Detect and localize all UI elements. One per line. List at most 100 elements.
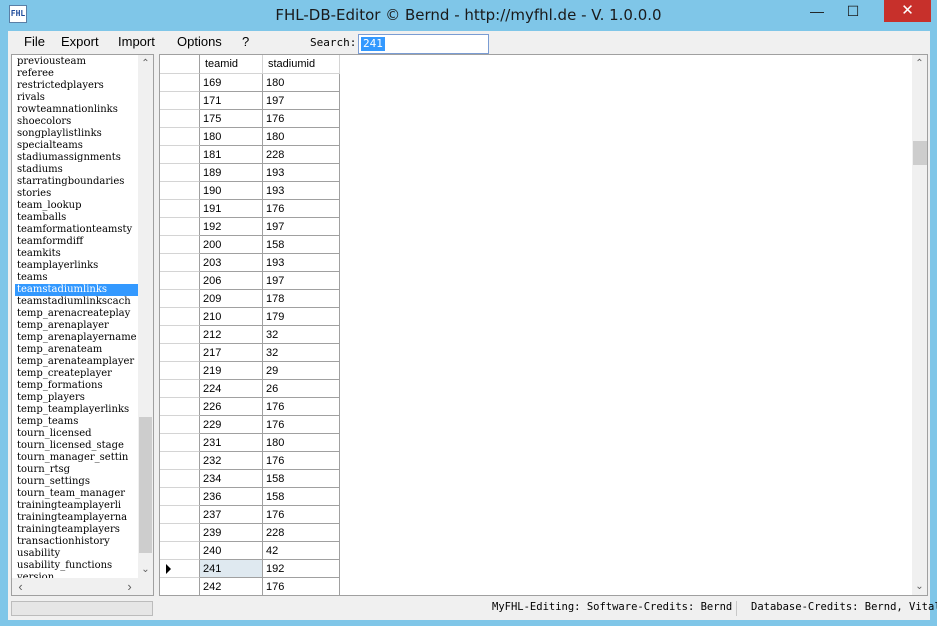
table-row[interactable]: 209 178 [160, 290, 340, 308]
table-list-item[interactable]: temp_arenacreateplay [15, 308, 141, 320]
table-list-item[interactable]: tourn_settings [15, 476, 141, 488]
table-list-vertical-scrollbar[interactable]: ⌃ ⌄ [138, 55, 153, 578]
table-list-item[interactable]: rowteamnationlinks [15, 104, 141, 116]
table-list-item[interactable]: trainingteamplayerna [15, 512, 141, 524]
cell-teamid[interactable]: 240 [200, 542, 263, 560]
table-list-item[interactable]: teamstadiumlinkscach [15, 296, 141, 308]
minimize-button[interactable]: — [802, 0, 832, 22]
row-header[interactable] [160, 326, 200, 344]
grid-vertical-scrollbar[interactable]: ⌃ ⌄ [912, 55, 927, 595]
cell-teamid[interactable]: 219 [200, 362, 263, 380]
cell-stadiumid[interactable]: 228 [263, 146, 340, 164]
cell-teamid[interactable]: 231 [200, 434, 263, 452]
cell-teamid[interactable]: 229 [200, 416, 263, 434]
cell-stadiumid[interactable]: 26 [263, 380, 340, 398]
cell-stadiumid[interactable]: 158 [263, 488, 340, 506]
table-row[interactable]: 217 32 [160, 344, 340, 362]
table-list-item[interactable]: temp_arenateam [15, 344, 141, 356]
table-row[interactable]: 206 197 [160, 272, 340, 290]
cell-stadiumid[interactable]: 197 [263, 272, 340, 290]
table-list-item[interactable]: temp_teamplayerlinks [15, 404, 141, 416]
row-header[interactable] [160, 434, 200, 452]
table-row[interactable]: 175 176 [160, 110, 340, 128]
table-list-item[interactable]: trainingteamplayerli [15, 500, 141, 512]
cell-stadiumid[interactable]: 193 [263, 254, 340, 272]
scroll-right-arrow-icon[interactable]: › [122, 579, 137, 594]
row-header[interactable] [160, 470, 200, 488]
cell-stadiumid[interactable]: 176 [263, 506, 340, 524]
table-row[interactable]: 190 193 [160, 182, 340, 200]
cell-teamid[interactable]: 190 [200, 182, 263, 200]
row-header[interactable] [160, 308, 200, 326]
table-row[interactable]: 224 26 [160, 380, 340, 398]
cell-stadiumid[interactable]: 179 [263, 308, 340, 326]
data-grid[interactable]: teamid stadiumid 169 180 171 197 175 176 180 18… [159, 54, 928, 596]
cell-teamid[interactable]: 226 [200, 398, 263, 416]
table-list-item[interactable]: transactionhistory [15, 536, 141, 548]
table-row[interactable]: 231 180 [160, 434, 340, 452]
row-header[interactable] [160, 272, 200, 290]
table-list-item[interactable]: temp_arenaplayername [15, 332, 141, 344]
table-row[interactable]: 180 180 [160, 128, 340, 146]
cell-teamid[interactable]: 209 [200, 290, 263, 308]
table-row[interactable]: 236 158 [160, 488, 340, 506]
row-header[interactable] [160, 542, 200, 560]
table-row[interactable]: 229 176 [160, 416, 340, 434]
row-header[interactable] [160, 200, 200, 218]
row-header[interactable] [160, 578, 200, 595]
table-list-item[interactable]: usability [15, 548, 141, 560]
cell-teamid[interactable]: 232 [200, 452, 263, 470]
menu-import[interactable]: Import [118, 34, 155, 49]
table-list-item[interactable]: temp_players [15, 392, 141, 404]
cell-teamid[interactable]: 192 [200, 218, 263, 236]
cell-stadiumid[interactable]: 193 [263, 164, 340, 182]
row-header[interactable] [160, 128, 200, 146]
maximize-button[interactable]: ☐ [838, 0, 868, 22]
cell-teamid[interactable]: 239 [200, 524, 263, 542]
row-header[interactable] [160, 362, 200, 380]
cell-teamid[interactable]: 237 [200, 506, 263, 524]
cell-stadiumid[interactable]: 176 [263, 578, 340, 595]
table-list-item[interactable]: teams [15, 272, 141, 284]
table-row[interactable]: 203 193 [160, 254, 340, 272]
table-list[interactable]: previousteam referee restrictedplayers riva… [11, 54, 154, 596]
table-row[interactable]: 234 158 [160, 470, 340, 488]
table-list-item[interactable]: restrictedplayers [15, 80, 141, 92]
table-list-item[interactable]: songplaylistlinks [15, 128, 141, 140]
row-header[interactable] [160, 236, 200, 254]
row-header[interactable] [160, 506, 200, 524]
table-list-item[interactable]: stadiumassignments [15, 152, 141, 164]
table-list-item[interactable]: temp_teams [15, 416, 141, 428]
table-list-item[interactable]: specialteams [15, 140, 141, 152]
table-row[interactable]: 239 228 [160, 524, 340, 542]
cell-stadiumid[interactable]: 178 [263, 290, 340, 308]
cell-teamid[interactable]: 189 [200, 164, 263, 182]
table-row[interactable]: 240 42 [160, 542, 340, 560]
row-header[interactable] [160, 218, 200, 236]
cell-stadiumid[interactable]: 176 [263, 398, 340, 416]
menu-options[interactable]: Options [177, 34, 222, 49]
cell-stadiumid[interactable]: 192 [263, 560, 340, 578]
row-header[interactable] [160, 524, 200, 542]
cell-teamid[interactable]: 191 [200, 200, 263, 218]
table-list-item[interactable]: temp_createplayer [15, 368, 141, 380]
table-list-item[interactable]: teamballs [15, 212, 141, 224]
row-header[interactable] [160, 344, 200, 362]
cell-teamid[interactable]: 203 [200, 254, 263, 272]
table-row[interactable]: 171 197 [160, 92, 340, 110]
cell-stadiumid[interactable]: 180 [263, 434, 340, 452]
table-list-item[interactable]: temp_formations [15, 380, 141, 392]
table-list-scroll-thumb[interactable] [139, 417, 152, 553]
table-list-item[interactable]: shoecolors [15, 116, 141, 128]
table-list-item[interactable]: previousteam [15, 56, 141, 68]
cell-teamid[interactable]: 242 [200, 578, 263, 595]
cell-teamid[interactable]: 200 [200, 236, 263, 254]
grid-scroll-thumb[interactable] [913, 141, 927, 165]
grid-scroll-down-arrow-icon[interactable]: ⌄ [912, 579, 927, 594]
table-row[interactable]: 200 158 [160, 236, 340, 254]
row-header[interactable] [160, 182, 200, 200]
cell-teamid[interactable]: 241 [200, 560, 263, 578]
table-row[interactable]: 210 179 [160, 308, 340, 326]
title-bar[interactable]: FHL FHL-DB-Editor © Bernd - http://myfhl… [0, 0, 937, 30]
cell-stadiumid[interactable]: 42 [263, 542, 340, 560]
